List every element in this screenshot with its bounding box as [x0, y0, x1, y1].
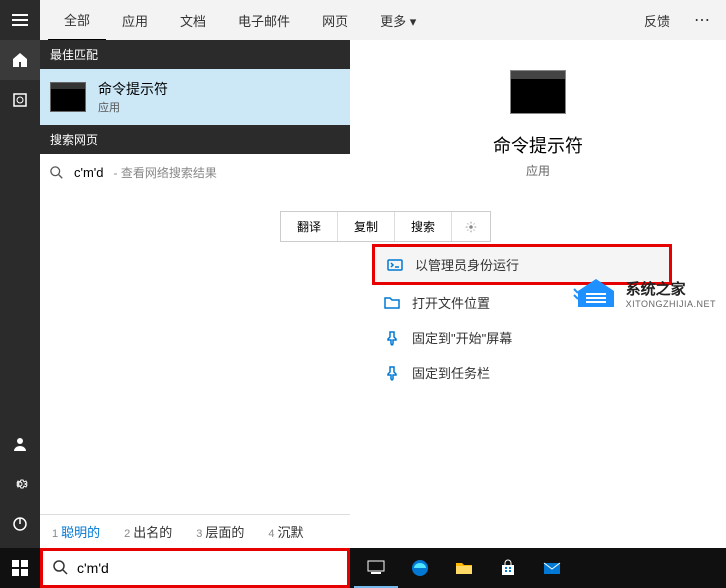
search-input[interactable] — [77, 560, 337, 576]
best-match-title: 命令提示符 — [98, 79, 168, 99]
recent-icon[interactable] — [0, 80, 40, 120]
web-search-item[interactable]: c'm'd - 查看网络搜索结果 — [40, 154, 350, 191]
preview-title: 命令提示符 — [493, 132, 583, 158]
tab-docs[interactable]: 文档 — [164, 1, 222, 40]
folder-icon — [384, 295, 400, 311]
cmd-app-icon — [50, 82, 86, 112]
taskbar-search[interactable] — [40, 548, 350, 588]
tab-more[interactable]: 更多 ▾ — [364, 1, 432, 40]
feedback-link[interactable]: 反馈 — [636, 3, 678, 38]
search-icon — [53, 560, 69, 576]
settings-icon[interactable] — [0, 464, 40, 504]
watermark: 系统之家 XITONGZHIJIA.NET — [572, 275, 716, 311]
start-button[interactable] — [0, 548, 40, 588]
pin-taskbar-action[interactable]: 固定到任务栏 — [372, 355, 672, 390]
tab-all[interactable]: 全部 — [48, 0, 106, 41]
explorer-icon[interactable] — [442, 548, 486, 588]
pin-icon — [384, 365, 400, 381]
web-search-hint: - 查看网络搜索结果 — [114, 164, 217, 181]
mail-icon[interactable] — [530, 548, 574, 588]
power-icon[interactable] — [0, 504, 40, 544]
watermark-url: XITONGZHIJIA.NET — [626, 299, 716, 309]
more-options-icon[interactable]: ⋯ — [686, 2, 718, 38]
ime-candidate-2[interactable]: 2出名的 — [112, 514, 184, 548]
ime-candidate-3[interactable]: 3层面的 — [184, 514, 256, 548]
ime-suggestions: 1聪明的 2出名的 3层面的 4沉默 — [40, 514, 350, 548]
watermark-icon — [572, 275, 620, 311]
results-panel: 最佳匹配 命令提示符 应用 搜索网页 c'm'd - 查看网络搜索结果 — [40, 40, 350, 548]
filter-tabs: 全部 应用 文档 电子邮件 网页 更多 ▾ 反馈 ⋯ — [40, 0, 726, 40]
taskbar — [0, 548, 726, 588]
tab-email[interactable]: 电子邮件 — [222, 1, 306, 40]
admin-icon — [387, 257, 403, 273]
pin-start-action[interactable]: 固定到"开始"屏幕 — [372, 320, 672, 355]
watermark-title: 系统之家 — [626, 278, 716, 299]
ime-candidate-1[interactable]: 1聪明的 — [40, 514, 112, 548]
translate-button[interactable]: 翻译 — [281, 212, 338, 241]
context-settings-icon[interactable] — [452, 212, 490, 241]
pin-icon — [384, 330, 400, 346]
tab-web[interactable]: 网页 — [306, 1, 364, 40]
tab-apps[interactable]: 应用 — [106, 1, 164, 40]
edge-icon[interactable] — [398, 548, 442, 588]
web-search-query: c'm'd — [74, 165, 104, 180]
web-search-header: 搜索网页 — [40, 125, 350, 154]
taskview-icon[interactable] — [354, 548, 398, 588]
preview-subtitle: 应用 — [526, 162, 550, 179]
store-icon[interactable] — [486, 548, 530, 588]
user-icon[interactable] — [0, 424, 40, 464]
search-icon — [50, 166, 64, 180]
search-button[interactable]: 搜索 — [395, 212, 452, 241]
action-list: 以管理员身份运行 打开文件位置 固定到"开始"屏幕 固定到任务栏 — [372, 244, 672, 390]
menu-icon[interactable] — [0, 0, 40, 40]
context-toolbar: 翻译 复制 搜索 — [280, 211, 491, 242]
home-icon[interactable] — [0, 40, 40, 80]
best-match-subtitle: 应用 — [98, 99, 168, 115]
start-sidebar — [0, 0, 40, 548]
ime-candidate-4[interactable]: 4沉默 — [256, 514, 315, 548]
copy-button[interactable]: 复制 — [338, 212, 395, 241]
best-match-item[interactable]: 命令提示符 应用 — [40, 69, 350, 125]
preview-app-icon — [510, 70, 566, 114]
best-match-header: 最佳匹配 — [40, 40, 350, 69]
